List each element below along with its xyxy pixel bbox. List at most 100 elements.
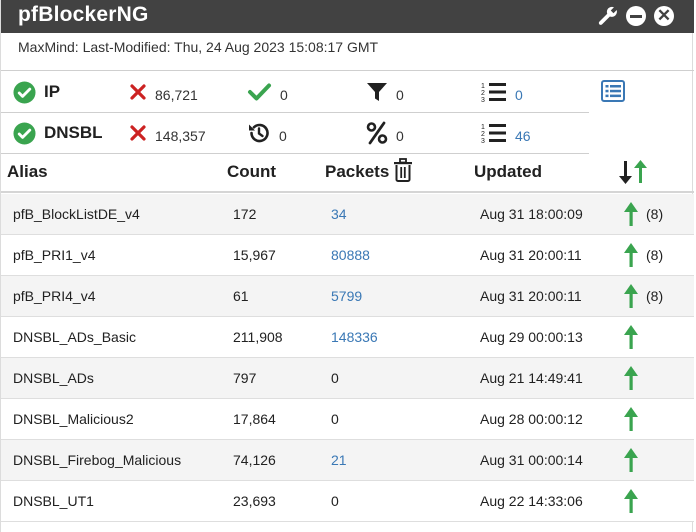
- rule-count: (8): [646, 288, 664, 304]
- packets-cell: 0: [331, 370, 339, 386]
- packets-cell[interactable]: 148336: [331, 329, 378, 345]
- header-alias[interactable]: Alias: [7, 162, 48, 182]
- updated-cell: Aug 31 18:00:09: [480, 206, 583, 222]
- svg-text:3: 3: [481, 138, 485, 144]
- packets-cell[interactable]: 21: [331, 452, 347, 468]
- table-row: DNSBL_Malicious2 17,864 0 Aug 28 00:00:12: [1, 399, 694, 440]
- ip-status: IP: [13, 72, 60, 112]
- count-cell: 211,908: [233, 329, 283, 345]
- last-modified-bar: MaxMind: Last-Modified: Thu, 24 Aug 2023…: [1, 33, 694, 71]
- svg-text:1: 1: [481, 83, 485, 90]
- check-icon: [248, 83, 271, 101]
- ip-blocked: 86,721: [129, 72, 198, 112]
- svg-text:2: 2: [481, 90, 485, 97]
- header-updated[interactable]: Updated: [474, 162, 542, 182]
- alias-cell: pfB_PRI1_v4: [13, 247, 96, 263]
- count-cell: 172: [233, 206, 257, 222]
- updated-cell: Aug 31 00:00:14: [480, 452, 583, 468]
- pfblockerng-widget: pfBlockerNG ✕ MaxMind: Last-Modified: Th…: [0, 0, 694, 532]
- list-alt-icon[interactable]: [601, 80, 625, 102]
- arrow-up-icon[interactable]: [621, 406, 641, 432]
- trash-icon[interactable]: [393, 158, 413, 182]
- header-count[interactable]: Count: [227, 162, 276, 182]
- dnsbl-reset-count: 0: [279, 127, 287, 144]
- alias-cell: DNSBL_ADs: [13, 370, 94, 386]
- ip-total: 1 2 3 0: [481, 72, 523, 112]
- alias-table-body: pfB_BlockListDE_v4 172 34 Aug 31 18:00:09 (8…: [1, 194, 694, 522]
- packets-cell: 0: [331, 411, 339, 427]
- x-icon: [130, 84, 146, 100]
- check-circle-icon: [13, 80, 36, 104]
- dnsbl-reset: 0: [247, 113, 287, 153]
- percent-icon: [366, 121, 388, 145]
- ip-permitted: 0: [247, 72, 288, 112]
- updated-cell: Aug 21 14:49:41: [480, 370, 583, 386]
- check-circle-icon: [13, 121, 36, 145]
- rule-count: (8): [646, 206, 664, 222]
- dnsbl-status: DNSBL: [13, 113, 103, 153]
- dnsbl-total: 1 2 3 46: [481, 113, 531, 153]
- updated-cell: Aug 28 00:00:12: [480, 411, 583, 427]
- count-cell: 15,967: [233, 247, 276, 263]
- packets-cell[interactable]: 34: [331, 206, 347, 222]
- widget-titlebar: pfBlockerNG ✕: [1, 0, 694, 33]
- alias-cell: DNSBL_Malicious2: [13, 411, 134, 427]
- arrow-up-icon[interactable]: [621, 201, 641, 227]
- minus-circle-icon[interactable]: [624, 4, 648, 28]
- filter-icon: [367, 83, 387, 101]
- alias-cell: DNSBL_UT1: [13, 493, 94, 509]
- alias-cell: DNSBL_ADs_Basic: [13, 329, 136, 345]
- arrow-up-icon[interactable]: [621, 283, 641, 309]
- widget-title: pfBlockerNG: [18, 3, 149, 26]
- table-row: DNSBL_UT1 23,693 0 Aug 22 14:33:06: [1, 481, 694, 522]
- arrow-up-icon[interactable]: [621, 324, 641, 350]
- history-icon: [249, 123, 269, 143]
- packets-cell: 0: [331, 493, 339, 509]
- dnsbl-total-link[interactable]: 46: [515, 128, 531, 144]
- arrow-up-icon[interactable]: [621, 488, 641, 514]
- table-row: pfB_PRI1_v4 15,967 80888 Aug 31 20:00:11 (8): [1, 235, 694, 276]
- arrow-up-icon[interactable]: [621, 242, 641, 268]
- dnsbl-percent: 0: [366, 113, 404, 153]
- packets-cell[interactable]: 80888: [331, 247, 370, 263]
- ip-total-link[interactable]: 0: [515, 87, 523, 103]
- count-cell: 23,693: [233, 493, 276, 509]
- table-row: DNSBL_ADs 797 0 Aug 21 14:49:41: [1, 358, 694, 399]
- alias-cell: DNSBL_Firebog_Malicious: [13, 452, 182, 468]
- x-icon: [130, 125, 146, 141]
- alias-cell: pfB_BlockListDE_v4: [13, 206, 140, 222]
- dnsbl-percent-count: 0: [396, 127, 404, 144]
- arrow-up-icon[interactable]: [621, 365, 641, 391]
- ip-matched: 0: [366, 72, 404, 112]
- close-circle-icon[interactable]: ✕: [652, 4, 676, 28]
- svg-text:3: 3: [481, 97, 485, 103]
- count-cell: 17,864: [233, 411, 276, 427]
- updated-cell: Aug 31 20:00:11: [480, 247, 582, 263]
- rule-count: (8): [646, 247, 664, 263]
- svg-text:2: 2: [481, 131, 485, 138]
- dnsbl-blocked-count: 148,357: [155, 127, 206, 144]
- dnsbl-label: DNSBL: [44, 123, 103, 142]
- updated-cell: Aug 29 00:00:13: [480, 329, 583, 345]
- ip-matched-count: 0: [396, 86, 404, 103]
- stats-panel: IP 86,721 0 0 1 2 3 0 DNSBL 148,357 0 0 …: [1, 72, 694, 154]
- ip-blocked-count: 86,721: [155, 86, 198, 103]
- table-header: Alias Count Packets Updated: [1, 154, 694, 193]
- table-row: DNSBL_ADs_Basic 211,908 148336 Aug 29 00:00…: [1, 317, 694, 358]
- ip-label: IP: [44, 82, 61, 101]
- updated-cell: Aug 22 14:33:06: [480, 493, 583, 509]
- table-row: DNSBL_Firebog_Malicious 74,126 21 Aug 31 00…: [1, 440, 694, 481]
- count-cell: 797: [233, 370, 257, 386]
- arrow-up-icon[interactable]: [621, 447, 641, 473]
- wrench-icon[interactable]: [596, 4, 620, 28]
- titlebar-actions: ✕: [596, 4, 676, 28]
- alias-cell: pfB_PRI4_v4: [13, 288, 96, 304]
- ip-permitted-count: 0: [280, 86, 288, 103]
- dnsbl-blocked: 148,357: [129, 113, 206, 153]
- svg-text:1: 1: [481, 124, 485, 131]
- header-packets[interactable]: Packets: [325, 162, 389, 182]
- table-row: pfB_PRI4_v4 61 5799 Aug 31 20:00:11 (8): [1, 276, 694, 317]
- last-modified-text: MaxMind: Last-Modified: Thu, 24 Aug 2023…: [18, 39, 379, 55]
- packets-cell[interactable]: 5799: [331, 288, 362, 304]
- sort-up-down-icon[interactable]: [615, 158, 651, 186]
